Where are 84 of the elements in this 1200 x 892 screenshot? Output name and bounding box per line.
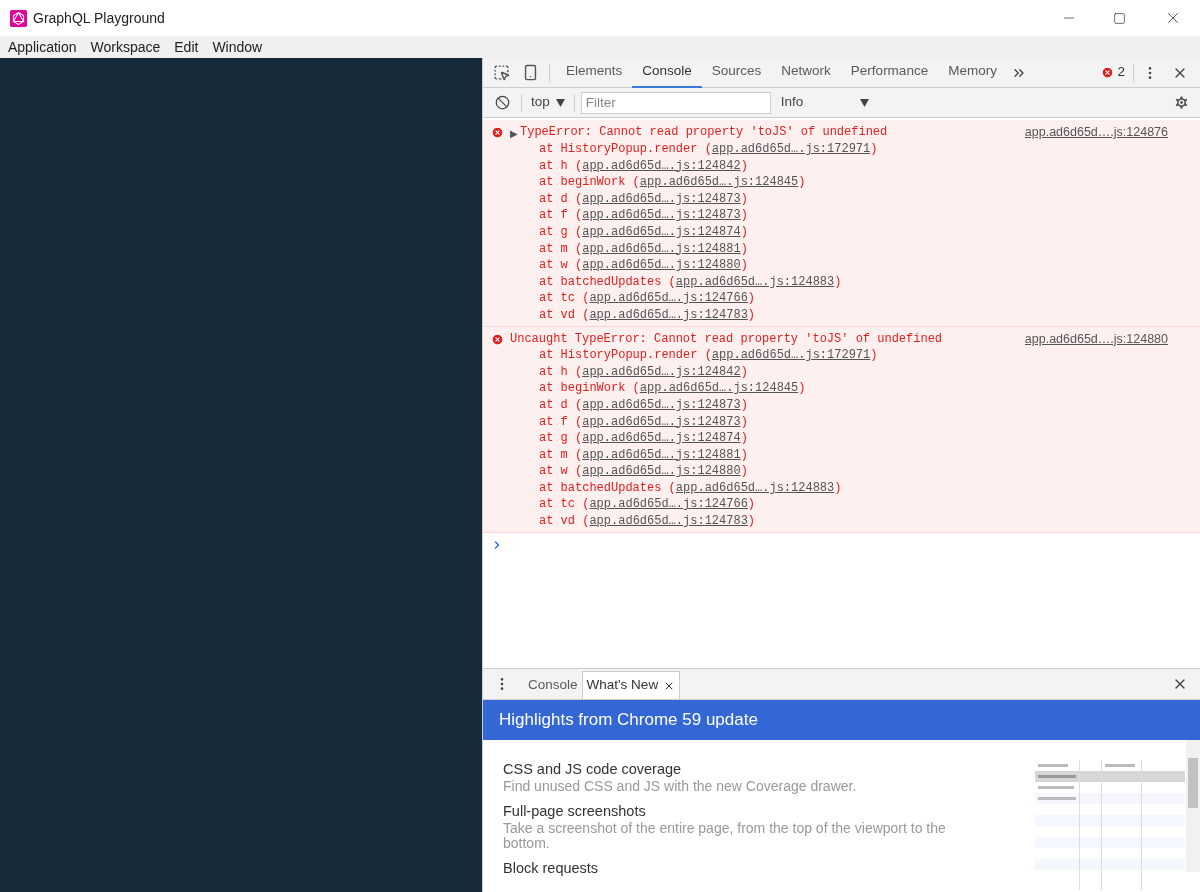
menu-item[interactable]: Edit [167,36,206,58]
source-link[interactable]: app.ad6d65d….js:124880 [1024,330,1168,348]
maximize-icon[interactable] [1113,11,1126,25]
clear-console-icon[interactable] [495,95,510,110]
menu-item[interactable]: Window [205,36,270,58]
stack-frame: at d (app.ad6d65d….js:124873) [491,396,1192,414]
stack-frame: at HistoryPopup.render (app.ad6d65d….js:172971) [491,141,1192,158]
settings-icon[interactable] [1173,94,1190,111]
stack-frame: at f (app.ad6d65d….js:124873) [491,207,1192,224]
stack-frame: at m (app.ad6d65d….js:124881) [491,446,1192,464]
tab-label: What's New [586,676,659,695]
source-link[interactable]: app.ad6d65d….js:124873 [582,191,741,206]
expand-arrow[interactable]: ▶ [510,126,518,141]
device-icon[interactable] [522,64,539,81]
panel-tab[interactable]: Memory [938,57,1007,88]
source-link[interactable]: app.ad6d65d….js:124880 [582,258,741,273]
source-link[interactable]: app.ad6d65d….js:124783 [589,307,748,322]
source-link[interactable]: app.ad6d65d….js:124766 [589,497,748,512]
stack-frame: at d (app.ad6d65d….js:124873) [491,190,1192,208]
log-level-select[interactable]: Info [780,92,869,113]
error-icon [1101,66,1115,79]
feature-title: Block requests [503,859,600,878]
stack-frame: at h (app.ad6d65d….js:124842) [491,157,1192,175]
caret-icon [555,98,565,107]
stack-frame: at w (app.ad6d65d….js:124880) [491,257,1192,274]
context-select[interactable]: top [531,92,565,113]
panel-tab[interactable]: Elements [556,57,633,88]
error-icon [491,332,504,346]
stack-frame: at beginWork (app.ad6d65d….js:124845) [491,380,1192,397]
app-logo-icon [10,9,27,27]
source-link[interactable]: app.ad6d65d….js:124766 [589,291,748,306]
error-message: TypeError: Cannot read property 'toJS' of undefined [520,124,888,141]
panel-tab[interactable]: Sources [701,57,772,88]
source-link[interactable]: app.ad6d65d….js:124873 [582,414,741,429]
feature-title: Full-page screenshots [503,802,647,821]
stack-frame: at batchedUpdates (app.ad6d65d….js:124883) [491,273,1192,291]
stack-frame: at w (app.ad6d65d….js:124880) [491,463,1192,480]
source-link[interactable]: app.ad6d65d….js:124845 [639,381,799,396]
source-link[interactable]: app.ad6d65d….js:124883 [675,274,835,289]
source-link[interactable]: app.ad6d65d….js:124883 [675,480,835,495]
caret-icon [859,98,869,107]
drawer-tab[interactable]: Console [524,671,582,699]
source-link[interactable]: app.ad6d65d….js:124873 [582,208,741,223]
stack-frame: at g (app.ad6d65d….js:124874) [491,430,1192,447]
stack-frame: at HistoryPopup.render (app.ad6d65d….js:172971) [491,347,1192,364]
menu-item[interactable]: Application [0,36,84,58]
drawer-tab[interactable]: What's New [581,671,681,699]
stack-frame: at beginWork (app.ad6d65d….js:124845) [491,174,1192,191]
stack-frame: at tc (app.ad6d65d….js:124766) [491,496,1192,514]
tab-label: Console [528,675,578,694]
error-icon [491,126,504,139]
error-count[interactable]: 2 [1117,62,1125,83]
source-link[interactable]: app.ad6d65d….js:124874 [582,431,741,446]
window-title: GraphQL Playground [33,8,165,28]
source-link[interactable]: app.ad6d65d….js:124842 [582,364,741,379]
feature-title: CSS and JS code coverage [503,760,683,779]
source-link[interactable]: app.ad6d65d….js:124874 [582,224,741,239]
source-link[interactable]: app.ad6d65d….js:124876 [1024,124,1168,141]
source-link[interactable]: app.ad6d65d….js:124845 [639,175,799,190]
source-link[interactable]: app.ad6d65d….js:124880 [582,464,741,479]
menu-item[interactable]: Workspace [83,36,168,58]
stack-frame: at m (app.ad6d65d….js:124881) [491,240,1192,258]
source-link[interactable]: app.ad6d65d….js:172971 [711,142,871,156]
stack-frame: at f (app.ad6d65d….js:124873) [491,413,1192,431]
inspect-icon[interactable] [493,64,510,81]
error-message: Uncaught TypeError: Cannot read property 'toJS' of undefined [510,330,943,348]
source-link[interactable]: app.ad6d65d….js:124842 [582,158,741,173]
source-link[interactable]: app.ad6d65d….js:124873 [582,397,741,412]
stack-frame: at h (app.ad6d65d….js:124842) [491,363,1192,381]
stack-frame: at batchedUpdates (app.ad6d65d….js:124883) [491,479,1192,497]
panel-tab[interactable]: Network [771,57,841,88]
stack-frame: at vd (app.ad6d65d….js:124783) [491,513,1192,530]
filter-field[interactable]: Filter [580,91,771,114]
source-link[interactable]: app.ad6d65d….js:124783 [589,514,748,529]
source-link[interactable]: app.ad6d65d….js:124881 [582,241,741,256]
feature-description: Take a screenshot of the entire page, from the top of the viewport to the bottom. [503,821,947,851]
source-link[interactable]: app.ad6d65d….js:124881 [582,447,741,462]
stack-frame: at g (app.ad6d65d….js:124874) [491,223,1192,241]
source-link[interactable]: app.ad6d65d….js:172971 [711,348,871,363]
feature-description: Find unused CSS and JS with the new Coverage drawer. [503,779,858,794]
stack-frame: at vd (app.ad6d65d….js:124783) [491,306,1192,324]
panel-tab[interactable]: Performance [840,57,939,88]
update-banner: Highlights from Chrome 59 update [483,700,1200,740]
stack-frame: at tc (app.ad6d65d….js:124766) [491,290,1192,307]
